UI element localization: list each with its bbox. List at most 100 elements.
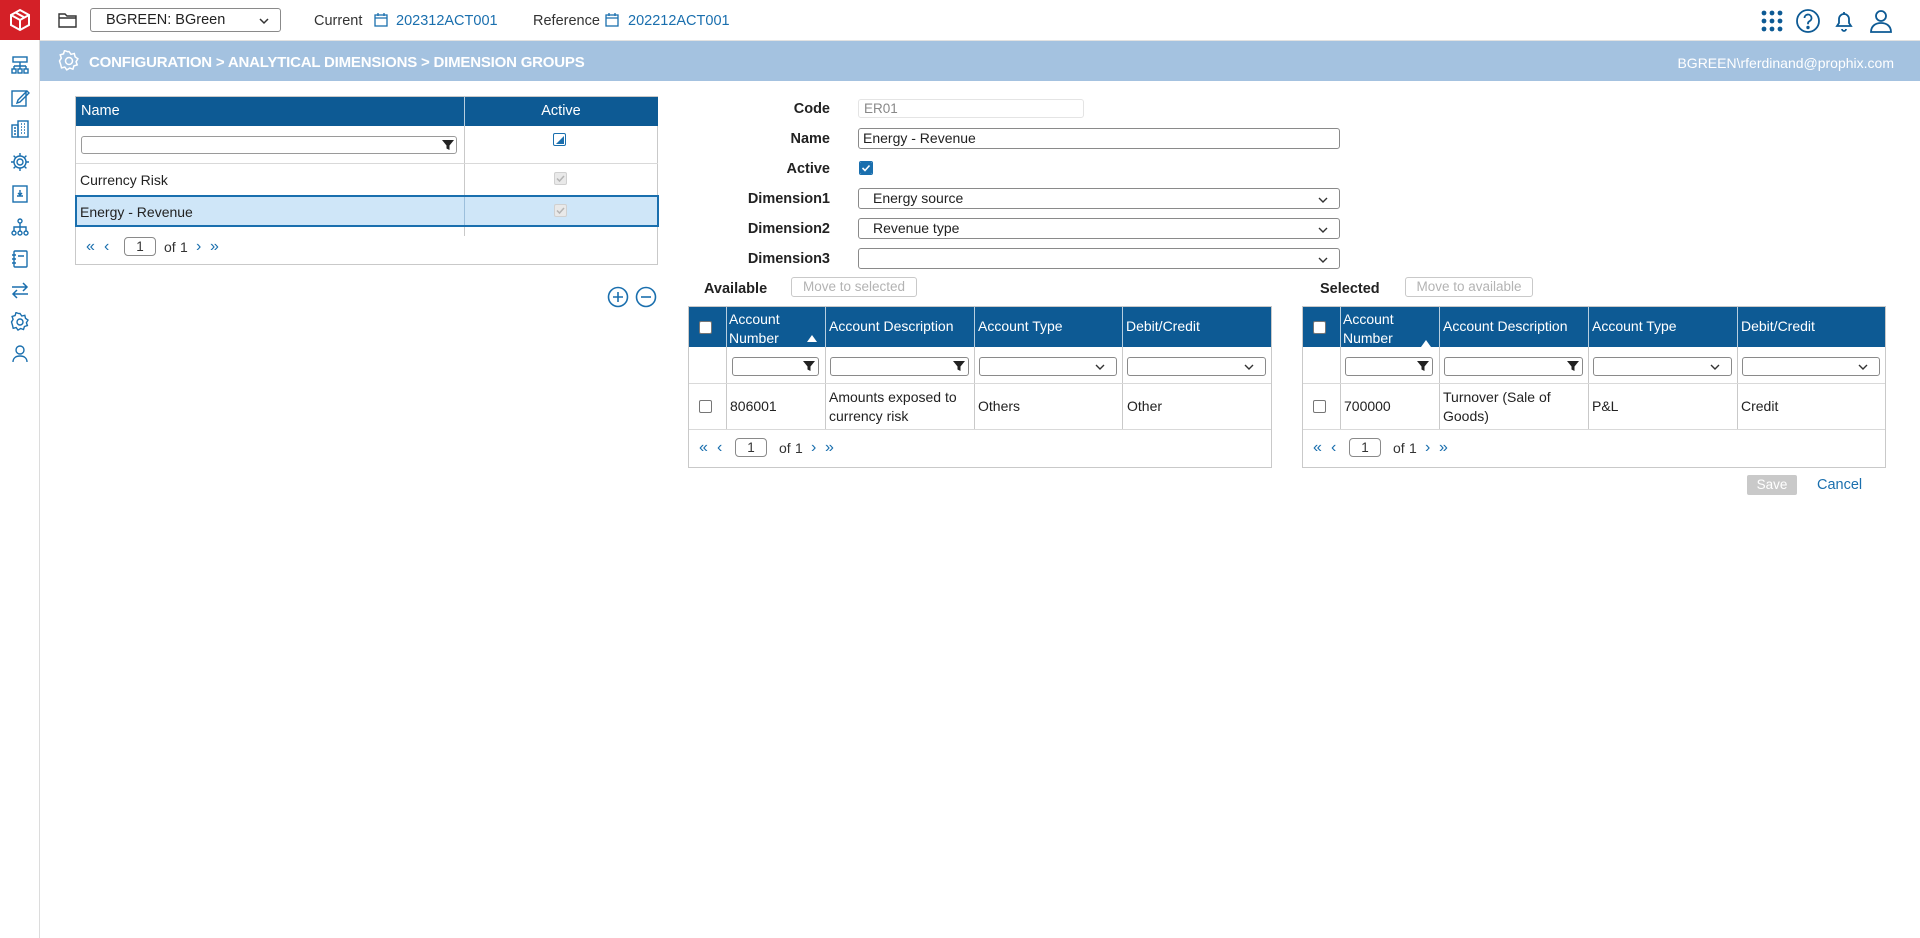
- last-page-icon[interactable]: »: [210, 238, 219, 256]
- account-description-line: currency risk: [829, 408, 909, 424]
- filter-icon[interactable]: [803, 360, 815, 372]
- settings-icon[interactable]: [9, 311, 31, 333]
- dimension2-label: Dimension2: [747, 221, 830, 237]
- name-field[interactable]: Energy - Revenue: [858, 128, 1340, 149]
- org-chart-icon[interactable]: [9, 54, 31, 76]
- column-header-name[interactable]: Name: [76, 97, 464, 126]
- group-row-name[interactable]: Energy - Revenue: [80, 204, 193, 220]
- next-page-icon[interactable]: ›: [1425, 439, 1430, 457]
- last-page-icon[interactable]: »: [1439, 439, 1448, 457]
- report-icon[interactable]: [9, 183, 31, 205]
- reference-label: Reference: [533, 13, 600, 29]
- sort-ascending-icon[interactable]: [1421, 312, 1431, 347]
- filter-icon[interactable]: [1417, 360, 1429, 372]
- filter-icon[interactable]: [1567, 360, 1579, 372]
- debit-credit-filter-select[interactable]: [1742, 357, 1880, 376]
- account-number-cell: 700000: [1344, 398, 1391, 414]
- logo-icon[interactable]: [0, 0, 40, 40]
- dimension1-select[interactable]: Energy source: [858, 188, 1340, 209]
- bell-icon[interactable]: [1831, 8, 1857, 34]
- dimension3-select[interactable]: [858, 248, 1340, 269]
- apps-grid-icon[interactable]: [1759, 8, 1785, 34]
- last-page-icon[interactable]: »: [825, 439, 834, 457]
- filter-icon[interactable]: [953, 360, 965, 372]
- account-type-filter-select[interactable]: [979, 357, 1117, 376]
- previous-page-icon[interactable]: ‹: [717, 439, 722, 457]
- active-checkbox[interactable]: [859, 161, 873, 175]
- account-description-filter-input[interactable]: [830, 357, 969, 376]
- user-profile-icon[interactable]: [1868, 8, 1894, 34]
- selected-accounts-grid: Account Number Account Description Accou…: [1302, 306, 1886, 468]
- account-description-line: Turnover (Sale of: [1443, 389, 1551, 405]
- column-header-account-type[interactable]: Account Type: [978, 318, 1063, 334]
- notebook-icon[interactable]: [9, 248, 31, 270]
- cancel-button[interactable]: Cancel: [1817, 477, 1862, 493]
- hierarchy-icon[interactable]: [9, 216, 31, 238]
- reference-period-link[interactable]: 202212ACT001: [628, 13, 730, 29]
- first-page-icon[interactable]: «: [699, 439, 708, 457]
- pager-of-label: of: [164, 239, 176, 255]
- gear-icon: [58, 49, 80, 75]
- page-number-input[interactable]: 1: [124, 237, 156, 256]
- users-icon[interactable]: [9, 343, 31, 365]
- save-button[interactable]: Save: [1747, 475, 1797, 495]
- pager-total: 1: [795, 440, 803, 456]
- calendar-icon[interactable]: [604, 12, 620, 28]
- current-label: Current: [314, 13, 363, 29]
- account-description-filter-input[interactable]: [1444, 357, 1583, 376]
- previous-page-icon[interactable]: ‹: [1331, 439, 1336, 457]
- next-page-icon[interactable]: ›: [811, 439, 816, 457]
- selected-grid-header: Account Number Account Description Accou…: [1303, 307, 1885, 347]
- account-number-header-text: Account Number: [1343, 311, 1394, 346]
- select-all-checkbox[interactable]: [699, 321, 712, 334]
- column-header-account-number[interactable]: Account Number: [1343, 310, 1403, 348]
- filter-icon[interactable]: [442, 139, 454, 151]
- group-row-name[interactable]: Currency Risk: [80, 172, 168, 188]
- first-page-icon[interactable]: «: [86, 238, 95, 256]
- previous-page-icon[interactable]: ‹: [104, 238, 109, 256]
- debit-credit-filter-select[interactable]: [1127, 357, 1266, 376]
- dimension2-select[interactable]: Revenue type: [858, 218, 1340, 239]
- gear-cog-icon[interactable]: [9, 151, 31, 173]
- page-number-input[interactable]: 1: [735, 438, 767, 457]
- pager-total: 1: [1409, 440, 1417, 456]
- folder-icon[interactable]: [58, 11, 78, 29]
- page-number-input[interactable]: 1: [1349, 438, 1381, 457]
- remove-circle-icon[interactable]: [635, 286, 657, 308]
- name-filter-input[interactable]: [81, 136, 457, 154]
- transfer-icon[interactable]: [9, 279, 31, 301]
- selected-pager: « ‹ 1 of 1 › »: [1313, 438, 1513, 458]
- select-all-checkbox[interactable]: [1313, 321, 1326, 334]
- dimension2-value: Revenue type: [873, 220, 960, 236]
- account-description-line: Amounts exposed to: [829, 389, 957, 405]
- account-type-filter-select[interactable]: [1593, 357, 1732, 376]
- column-header-account-number[interactable]: Account Number: [729, 310, 789, 348]
- move-to-selected-button[interactable]: Move to selected: [791, 277, 917, 297]
- column-header-account-description[interactable]: Account Description: [1443, 318, 1568, 334]
- column-header-account-description[interactable]: Account Description: [829, 318, 954, 334]
- account-description-line: Goods): [1443, 408, 1489, 424]
- active-filter-checkbox[interactable]: [553, 133, 566, 146]
- add-circle-icon[interactable]: [607, 286, 629, 308]
- row-checkbox[interactable]: [699, 400, 712, 413]
- column-header-account-type[interactable]: Account Type: [1592, 318, 1677, 334]
- column-header-active[interactable]: Active: [464, 97, 658, 126]
- column-header-debit-credit[interactable]: Debit/Credit: [1126, 318, 1200, 334]
- dimension1-label: Dimension1: [747, 191, 830, 207]
- column-header-debit-credit[interactable]: Debit/Credit: [1741, 318, 1815, 334]
- calendar-icon[interactable]: [373, 12, 389, 28]
- sort-ascending-icon[interactable]: [807, 312, 817, 342]
- buildings-icon[interactable]: [9, 118, 31, 140]
- next-page-icon[interactable]: ›: [196, 238, 201, 256]
- chevron-down-icon: [1317, 192, 1329, 211]
- row-checkbox[interactable]: [1313, 400, 1326, 413]
- move-to-available-button[interactable]: Move to available: [1405, 277, 1533, 297]
- help-icon[interactable]: [1795, 8, 1821, 34]
- groups-pager: « ‹ 1 of 1 › »: [86, 237, 286, 257]
- edit-form-icon[interactable]: [9, 87, 31, 109]
- entity-select[interactable]: BGREEN: BGreen: [90, 8, 281, 32]
- code-label: Code: [793, 101, 830, 117]
- first-page-icon[interactable]: «: [1313, 439, 1322, 457]
- current-period-link[interactable]: 202312ACT001: [396, 13, 498, 29]
- account-type-cell: P&L: [1592, 398, 1619, 414]
